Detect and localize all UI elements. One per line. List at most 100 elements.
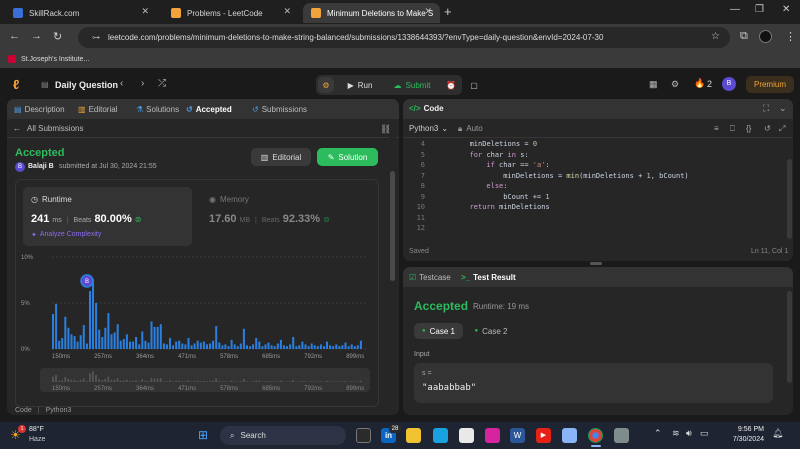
histogram-bar[interactable] bbox=[298, 345, 301, 349]
problem-list-icon[interactable]: ▤ bbox=[41, 80, 49, 89]
tab-testcase[interactable]: ☑ Testcase bbox=[409, 273, 451, 282]
clock-time[interactable]: 9:56 PM bbox=[724, 426, 764, 433]
new-tab-icon[interactable]: + bbox=[444, 4, 452, 19]
histogram-bar[interactable] bbox=[153, 326, 156, 349]
clock-date[interactable]: 7/30/2024 bbox=[716, 436, 764, 443]
histogram-bar[interactable] bbox=[61, 338, 64, 349]
histogram-bar[interactable] bbox=[125, 334, 128, 349]
bookmark-item[interactable]: St.Joseph's Institute... bbox=[8, 55, 89, 63]
histogram-bar[interactable] bbox=[335, 344, 338, 349]
histogram-bar[interactable] bbox=[92, 279, 94, 349]
fire-streak-icon[interactable]: 🔥 bbox=[694, 78, 705, 89]
tab-editorial[interactable]: ▥ Editorial bbox=[78, 105, 117, 114]
notification-bell-icon[interactable]: 🔔︎ bbox=[772, 428, 783, 439]
histogram-bar[interactable] bbox=[319, 344, 322, 349]
auto-mode-toggle[interactable]: 🔒︎ Auto bbox=[458, 124, 483, 134]
daily-question-title[interactable]: Daily Question bbox=[55, 80, 118, 90]
histogram-bar[interactable] bbox=[356, 345, 359, 349]
menu-kebab-icon[interactable]: ⋮ bbox=[785, 30, 796, 43]
layout-grid-icon[interactable]: ▦ bbox=[649, 79, 658, 90]
collapse-icon[interactable]: ⌄ bbox=[779, 103, 787, 114]
site-info-icon[interactable]: ⊶ bbox=[92, 33, 100, 42]
shuffle-icon[interactable]: ⤮ bbox=[158, 78, 166, 89]
histogram-bar[interactable] bbox=[79, 335, 82, 349]
close-tab-icon[interactable]: ✕ bbox=[424, 6, 432, 17]
histogram-bar[interactable] bbox=[95, 303, 98, 349]
histogram-bar[interactable] bbox=[129, 341, 131, 349]
histogram-bar[interactable] bbox=[190, 345, 193, 349]
histogram-bar[interactable] bbox=[329, 345, 332, 349]
histogram-bar[interactable] bbox=[52, 314, 54, 349]
maximize-icon[interactable]: ⛶ bbox=[763, 103, 769, 114]
histogram-bar[interactable] bbox=[70, 334, 73, 349]
histogram-bar[interactable] bbox=[162, 343, 165, 350]
username[interactable]: Balaji B bbox=[28, 163, 54, 170]
timer-icon[interactable]: ⏰ bbox=[443, 77, 459, 93]
histogram-bar[interactable] bbox=[316, 346, 319, 349]
histogram-bar[interactable] bbox=[85, 343, 88, 350]
close-tab-icon[interactable]: ✕ bbox=[283, 6, 291, 17]
chrome-icon[interactable] bbox=[588, 428, 603, 443]
histogram-bar[interactable] bbox=[350, 344, 353, 349]
histogram-bar[interactable] bbox=[101, 337, 104, 349]
editorial-button[interactable]: ▥ Editorial bbox=[251, 148, 311, 166]
case-2-button[interactable]: ● Case 2 bbox=[471, 323, 511, 339]
profile-avatar[interactable] bbox=[759, 30, 772, 43]
histogram-bar[interactable] bbox=[202, 341, 205, 349]
histogram-bar[interactable] bbox=[187, 338, 190, 349]
youtube-icon[interactable]: ▶ bbox=[536, 428, 551, 443]
volume-icon[interactable]: 🔊︎ bbox=[686, 428, 692, 439]
histogram-bar[interactable] bbox=[98, 329, 101, 349]
run-button[interactable]: ▶ Run bbox=[340, 77, 380, 93]
histogram-bar[interactable] bbox=[58, 340, 61, 349]
tab-submissions[interactable]: ↺ Submissions bbox=[252, 105, 307, 114]
memory-header[interactable]: ◉ Memory bbox=[209, 195, 249, 204]
histogram-bar[interactable] bbox=[286, 346, 288, 349]
histogram-bar[interactable] bbox=[110, 334, 113, 349]
reset-icon[interactable]: ↺ bbox=[764, 124, 771, 133]
tray-chevron-up-icon[interactable]: ⌃ bbox=[654, 428, 662, 439]
histogram-bar[interactable] bbox=[264, 344, 267, 349]
histogram-bar[interactable] bbox=[144, 340, 147, 349]
notes-icon[interactable]: ▢ bbox=[466, 77, 482, 93]
wifi-icon[interactable]: ≋ bbox=[672, 428, 680, 439]
histogram-bar[interactable] bbox=[341, 345, 344, 349]
histogram-bar[interactable] bbox=[289, 344, 292, 349]
braces-icon[interactable]: {} bbox=[746, 124, 751, 133]
all-submissions-link[interactable]: ← All Submissions bbox=[13, 124, 83, 133]
windows-start-icon[interactable]: ⊞ bbox=[198, 428, 208, 442]
histogram-bar[interactable] bbox=[307, 346, 310, 349]
histogram-bar[interactable] bbox=[141, 331, 144, 350]
prev-question-icon[interactable]: ‹ bbox=[120, 78, 123, 89]
snipping-tool-icon[interactable] bbox=[614, 428, 629, 443]
histogram-bar[interactable] bbox=[181, 343, 184, 350]
histogram-bar[interactable] bbox=[249, 346, 252, 349]
close-tab-icon[interactable]: ✕ bbox=[141, 6, 149, 17]
histogram-bar[interactable] bbox=[199, 342, 202, 349]
word-icon[interactable]: W bbox=[510, 428, 525, 443]
close-window-icon[interactable]: ✕ bbox=[782, 4, 790, 15]
histogram-bar[interactable] bbox=[55, 303, 58, 349]
battery-icon[interactable]: ▭ bbox=[700, 428, 709, 439]
histogram-bar[interactable] bbox=[255, 338, 258, 349]
histogram-bar[interactable] bbox=[113, 332, 116, 349]
histogram-bar[interactable] bbox=[347, 346, 350, 349]
histogram-bar[interactable] bbox=[64, 316, 67, 349]
browser-tab-skillrack[interactable]: SkillRack.com ✕ bbox=[5, 3, 157, 23]
histogram-bar[interactable] bbox=[169, 338, 171, 349]
histogram-bar[interactable] bbox=[359, 340, 362, 349]
store-icon[interactable] bbox=[459, 428, 474, 443]
task-view-icon[interactable] bbox=[356, 428, 371, 443]
histogram-bar[interactable] bbox=[276, 343, 279, 350]
analyze-complexity-link[interactable]: ✦ Analyze Complexity bbox=[31, 231, 101, 239]
histogram-bar[interactable] bbox=[132, 341, 135, 349]
histogram-bar[interactable] bbox=[82, 325, 85, 349]
language-select[interactable]: Python3 ⌄ bbox=[409, 124, 448, 133]
histogram-bar[interactable] bbox=[196, 340, 199, 349]
histogram-bar[interactable] bbox=[246, 345, 248, 349]
restore-icon[interactable]: ❐ bbox=[755, 4, 764, 15]
bookmark-icon[interactable]: ⎕ bbox=[730, 124, 735, 134]
histogram-bar[interactable] bbox=[353, 346, 356, 349]
histogram-bar[interactable] bbox=[184, 344, 187, 349]
histogram-bar[interactable] bbox=[104, 327, 107, 349]
